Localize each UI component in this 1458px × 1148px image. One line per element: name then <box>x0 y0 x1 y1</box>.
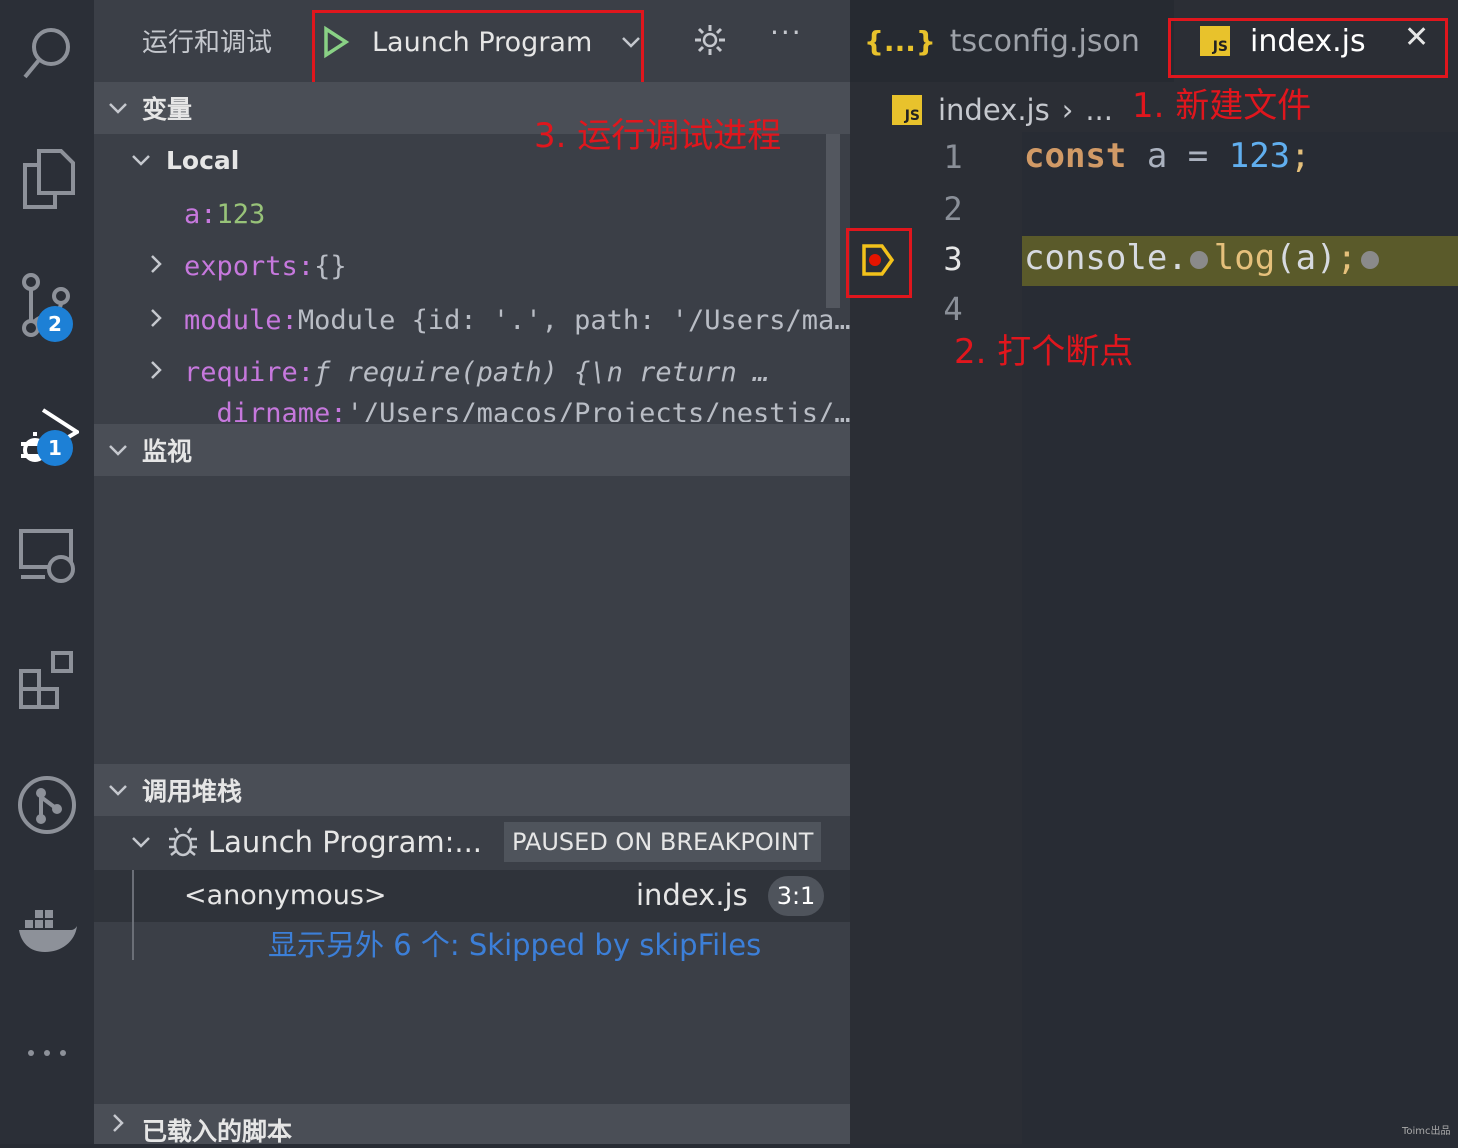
annotation-box-breakpoint <box>846 228 912 298</box>
variables-scrollbar[interactable] <box>826 134 840 308</box>
annotation-box-new-file <box>1168 18 1448 78</box>
scope-label: Local <box>166 145 240 175</box>
line-number: 2 <box>943 190 963 228</box>
bug-icon <box>169 827 197 857</box>
line-number: 3 <box>943 240 963 278</box>
chevron-down-icon <box>94 782 142 798</box>
annotation-step1: 1. 新建文件 <box>1132 86 1312 126</box>
skipped-frames-link[interactable]: 显示另外 6 个: Skipped by skipFiles <box>268 922 761 964</box>
variable-row[interactable]: exports: {} <box>94 240 880 292</box>
chevron-right-icon <box>148 305 184 336</box>
source-control-icon[interactable]: 2 <box>0 260 94 350</box>
chevron-down-icon <box>94 442 142 458</box>
frame-name: <anonymous> <box>184 880 387 911</box>
breadcrumb-file[interactable]: index.js <box>938 93 1050 127</box>
line-number: 1 <box>943 138 963 176</box>
thread-label: Launch Program:... <box>208 825 483 859</box>
inline-breakpoint-dot[interactable] <box>1189 250 1208 269</box>
chevron-right-icon <box>94 1112 142 1134</box>
tab-tsconfig[interactable]: {...} tsconfig.json <box>864 0 1164 82</box>
watermark: Toimc出品 <box>1402 1126 1451 1137</box>
remote-explorer-icon[interactable] <box>0 510 94 600</box>
variables-title: 变量 <box>142 95 193 124</box>
view-title: 运行和调试 <box>142 28 273 58</box>
frame-file: index.js <box>636 878 748 912</box>
debug-sidebar: 运行和调试 Launch Program ··· 变量 Local a: 123… <box>94 0 851 1146</box>
breadcrumb: JS index.js › ... <box>892 88 1113 132</box>
frame-position-badge: 3:1 <box>768 876 824 916</box>
chevron-right-icon <box>148 251 184 282</box>
debug-badge: 1 <box>37 430 73 466</box>
activity-bar: 2 1 <box>0 0 94 1144</box>
line-number: 4 <box>943 290 963 328</box>
git-graph-icon[interactable] <box>0 760 94 850</box>
search-icon[interactable] <box>0 8 94 98</box>
chevron-down-icon <box>94 834 166 850</box>
chevron-down-icon <box>94 100 142 116</box>
gear-icon[interactable] <box>692 22 728 58</box>
editor-area: {...} tsconfig.json JS index.js ✕ JS ind… <box>846 0 1458 1144</box>
variable-row[interactable]: a: 123 <box>94 188 916 240</box>
inline-breakpoint-dot[interactable] <box>1361 250 1380 269</box>
variable-row[interactable]: module: Module {id: '.', path: '/Users/m… <box>94 294 904 346</box>
stack-frame-row[interactable]: <anonymous> index.js 3:1 <box>94 870 850 960</box>
variable-row-clipped[interactable]: __dirname: '/Users/macos/Projects/nestjs… <box>94 398 940 422</box>
loaded-scripts-section-header[interactable]: 已载入的脚本 <box>94 1104 850 1146</box>
watch-title: 监视 <box>142 437 193 466</box>
more-icon[interactable] <box>0 1008 94 1098</box>
js-file-icon: JS <box>892 95 922 125</box>
files-icon[interactable] <box>0 134 94 224</box>
chevron-down-icon <box>94 152 166 168</box>
more-actions-button[interactable]: ··· <box>770 16 803 49</box>
chevron-right-icon <box>148 357 184 388</box>
annotation-step3: 3. 运行调试进程 <box>534 116 782 156</box>
tab-label: tsconfig.json <box>949 23 1140 59</box>
run-debug-icon[interactable]: 1 <box>0 384 94 474</box>
thread-row[interactable]: Launch Program:... PAUSED ON BREAKPOINT <box>94 816 850 868</box>
watch-section-header[interactable]: 监视 <box>94 424 850 476</box>
annotation-step2: 2. 打个断点 <box>954 332 1134 372</box>
source-control-badge: 2 <box>37 306 73 342</box>
code-line-1: const a = 123; <box>1024 136 1311 176</box>
extensions-icon[interactable] <box>0 634 94 724</box>
variable-row[interactable]: require: ƒ require(path) {\n return … <box>94 346 904 398</box>
call-stack-title: 调用堆栈 <box>142 777 243 806</box>
loaded-scripts-title: 已载入的脚本 <box>142 1117 293 1146</box>
annotation-box-launch <box>312 10 644 86</box>
json-icon: {...} <box>864 24 936 58</box>
call-stack-section-header[interactable]: 调用堆栈 <box>94 764 850 816</box>
code-line-3: console. log(a); <box>1024 238 1380 278</box>
docker-icon[interactable] <box>0 886 94 976</box>
paused-status-badge: PAUSED ON BREAKPOINT <box>504 822 822 862</box>
